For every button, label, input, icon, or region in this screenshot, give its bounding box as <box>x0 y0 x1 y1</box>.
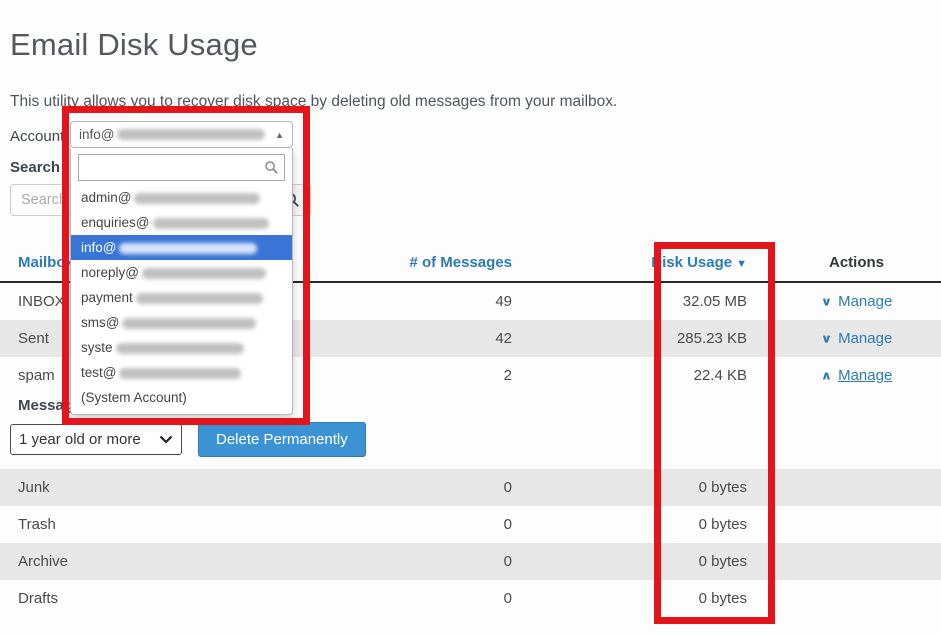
message-count: 0 <box>380 479 512 496</box>
message-age-select[interactable]: 1 year old or more <box>10 424 182 455</box>
dropdown-item-test[interactable]: test@ <box>71 360 292 385</box>
mailbox-name: Trash <box>0 516 380 533</box>
mailbox-name: Junk <box>0 479 380 496</box>
delete-permanently-button[interactable]: Delete Permanently <box>198 422 366 457</box>
redacted-domain <box>136 293 263 304</box>
redacted-domain <box>116 343 244 354</box>
dropdown-search-input[interactable] <box>78 154 285 181</box>
dropdown-item-payment[interactable]: payment <box>71 285 292 310</box>
redacted-domain <box>134 193 260 204</box>
chevron-down-icon: ∨ <box>821 331 832 345</box>
search-icon <box>264 160 279 175</box>
column-header-actions: Actions <box>829 254 884 271</box>
redacted-domain <box>119 368 241 379</box>
dropdown-item-system-user[interactable]: syste <box>71 335 292 360</box>
dropdown-item-info-selected[interactable]: info@ <box>71 235 292 260</box>
manage-link-sent[interactable]: ∨Manage <box>821 330 893 347</box>
table-row-archive: Archive 0 0 bytes <box>0 543 941 580</box>
redacted-domain <box>122 318 256 329</box>
column-header-disk-usage[interactable]: Disk Usage <box>651 254 732 271</box>
caret-up-icon: ▲ <box>275 130 284 140</box>
message-count: 49 <box>380 293 512 310</box>
chevron-down-icon: ∨ <box>821 294 832 308</box>
message-count: 0 <box>380 553 512 570</box>
redacted-domain <box>119 243 257 254</box>
sort-descending-icon: ▼ <box>736 258 747 270</box>
table-row-drafts: Drafts 0 0 bytes <box>0 580 941 617</box>
account-select[interactable]: info@ ▲ <box>70 121 293 148</box>
dropdown-item-noreply[interactable]: noreply@ <box>71 260 292 285</box>
disk-usage-value: 32.05 MB <box>512 293 747 310</box>
account-dropdown-list: admin@ enquiries@ info@ noreply@ payment… <box>71 185 292 410</box>
disk-usage-value: 0 bytes <box>512 590 747 607</box>
mailbox-name: Archive <box>0 553 380 570</box>
table-row-junk: Junk 0 0 bytes <box>0 469 941 506</box>
account-selected-value: info@ <box>79 127 114 142</box>
redacted-domain <box>142 268 266 279</box>
chevron-up-icon: ∧ <box>821 368 832 382</box>
message-count: 2 <box>380 367 512 384</box>
page-title: Email Disk Usage <box>10 27 258 63</box>
disk-usage-value: 285.23 KB <box>512 330 747 347</box>
disk-usage-value: 0 bytes <box>512 553 747 570</box>
disk-usage-value: 22.4 KB <box>512 367 747 384</box>
redacted-domain <box>117 129 265 140</box>
column-header-mailbox[interactable]: Mailbox <box>18 254 74 271</box>
dropdown-item-enquiries[interactable]: enquiries@ <box>71 210 292 235</box>
manage-link-inbox[interactable]: ∨Manage <box>821 293 893 310</box>
page-description: This utility allows you to recover disk … <box>10 93 617 111</box>
chevron-down-icon <box>159 435 173 444</box>
message-age-selected-value: 1 year old or more <box>19 431 141 448</box>
dropdown-item-admin[interactable]: admin@ <box>71 185 292 210</box>
table-row-trash: Trash 0 0 bytes <box>0 506 941 543</box>
disk-usage-value: 0 bytes <box>512 516 747 533</box>
redacted-domain <box>153 218 269 229</box>
column-header-messages[interactable]: # of Messages <box>409 254 512 271</box>
dropdown-item-sms[interactable]: sms@ <box>71 310 292 335</box>
account-dropdown: admin@ enquiries@ info@ noreply@ payment… <box>70 148 293 415</box>
search-label: Search <box>10 159 60 176</box>
account-label: Account: <box>10 128 68 145</box>
dropdown-item-system-account[interactable]: (System Account) <box>71 385 292 410</box>
message-count: 0 <box>380 516 512 533</box>
message-count: 0 <box>380 590 512 607</box>
message-count: 42 <box>380 330 512 347</box>
manage-link-spam[interactable]: ∧Manage <box>821 367 893 384</box>
mailbox-name: Drafts <box>0 590 380 607</box>
disk-usage-value: 0 bytes <box>512 479 747 496</box>
